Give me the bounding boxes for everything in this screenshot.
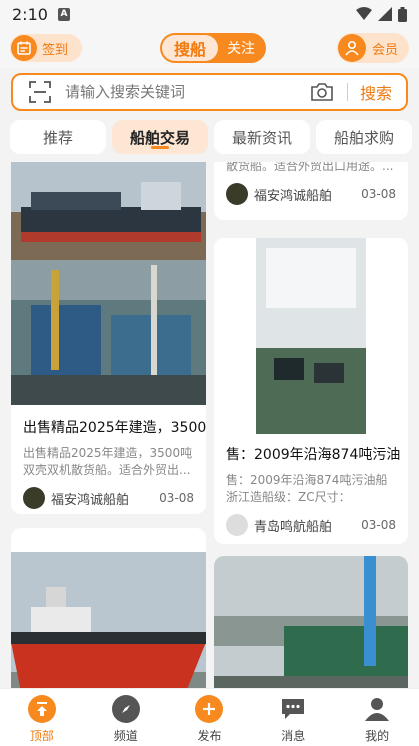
listing-description: 散货船。适合外贸出口用途。... bbox=[226, 162, 394, 173]
nav-mine[interactable]: 我的 bbox=[335, 689, 419, 746]
listing-date: 03-08 bbox=[159, 491, 194, 505]
user-icon bbox=[363, 695, 391, 723]
status-bar: 2:10 A bbox=[0, 0, 419, 28]
tab-ship-wanted[interactable]: 船舶求购 bbox=[316, 120, 412, 154]
avatar bbox=[23, 487, 45, 509]
bottom-nav: 顶部 频道 发布 消息 我的 bbox=[0, 688, 419, 746]
search-bar: 搜索 bbox=[11, 73, 408, 111]
nav-label: 顶部 bbox=[29, 729, 54, 743]
listing-meta: 青岛鸣航船舶 03-08 bbox=[214, 514, 408, 536]
nav-label: 消息 bbox=[281, 729, 306, 743]
compass-icon bbox=[111, 695, 140, 723]
listing-title: 出售精品2025年建造，3500 bbox=[23, 420, 206, 436]
calendar-icon bbox=[11, 35, 37, 61]
listing-title: 售：2009年沿海874吨污油 bbox=[226, 447, 401, 463]
seller-name: 青岛鸣航船舶 bbox=[254, 519, 333, 535]
listing-date: 03-08 bbox=[361, 518, 396, 532]
wifi-icon bbox=[356, 7, 372, 20]
tab-latest-news[interactable]: 最新资讯 bbox=[214, 120, 310, 154]
listing-feed[interactable]: 出售精品2025年建造，3500 出售精品2025年建造，3500吨双壳双机散货… bbox=[0, 162, 419, 688]
listing-meta: 福安鸿诚船舶 03-08 bbox=[11, 487, 206, 509]
seller-name: 福安鸿诚船舶 bbox=[254, 188, 333, 204]
listing-card[interactable]: 出售精品2025年建造，3500 出售精品2025年建造，3500吨双壳双机散货… bbox=[11, 162, 206, 514]
signin-button[interactable]: 签到 bbox=[10, 34, 82, 62]
plus-icon bbox=[195, 695, 224, 723]
nav-top[interactable]: 顶部 bbox=[0, 689, 84, 746]
scan-icon[interactable] bbox=[29, 81, 51, 103]
avatar bbox=[226, 514, 248, 536]
seller-name: 福安鸿诚船舶 bbox=[51, 492, 130, 508]
category-tabs: 推荐 船舶交易 最新资讯 船舶求购 bbox=[0, 120, 419, 160]
sim-icon: A bbox=[57, 7, 70, 21]
listing-description: 售：2009年沿海874吨污油船浙江造船级：ZC尺寸：53.2*9.2*... bbox=[226, 473, 388, 504]
search-divider bbox=[346, 83, 348, 101]
bridge-interior-photo bbox=[214, 238, 408, 434]
message-icon bbox=[279, 695, 307, 723]
member-label: 会员 bbox=[372, 42, 399, 58]
listing-card[interactable]: 售：2009年沿海874吨污油 售：2009年沿海874吨污油船浙江造船级：ZC… bbox=[214, 238, 408, 544]
ship-deck-photo bbox=[11, 162, 206, 260]
listing-meta: 福安鸿诚船舶 03-08 bbox=[214, 183, 408, 205]
tab-recommend[interactable]: 推荐 bbox=[10, 120, 106, 154]
header-segment: 搜船 关注 bbox=[160, 33, 266, 63]
listing-card[interactable] bbox=[214, 556, 408, 688]
nav-label: 我的 bbox=[365, 729, 390, 743]
signal-icon bbox=[378, 7, 392, 21]
search-button[interactable]: 搜索 bbox=[360, 80, 392, 104]
engine-room-photo bbox=[11, 260, 206, 405]
battery-icon bbox=[398, 6, 407, 22]
avatar bbox=[226, 183, 248, 205]
signin-label: 签到 bbox=[42, 42, 69, 58]
search-input[interactable] bbox=[65, 83, 295, 101]
nav-channel[interactable]: 频道 bbox=[84, 689, 168, 746]
cargo-hold-photo bbox=[214, 556, 408, 688]
nav-publish[interactable]: 发布 bbox=[168, 689, 252, 746]
segment-search-ship[interactable]: 搜船 bbox=[162, 35, 218, 61]
member-user-icon bbox=[338, 34, 366, 62]
listing-card[interactable]: 散货船。适合外贸出口用途。... 福安鸿诚船舶 03-08 bbox=[214, 162, 408, 220]
top-bar: 签到 搜船 关注 会员 bbox=[0, 28, 419, 68]
listing-description: 出售精品2025年建造，3500吨双壳双机散货船。适合外贸出... bbox=[23, 446, 193, 477]
tanker-photo bbox=[11, 552, 206, 688]
segment-follow[interactable]: 关注 bbox=[218, 38, 264, 58]
listing-date: 03-08 bbox=[361, 187, 396, 201]
nav-label: 频道 bbox=[113, 729, 138, 743]
member-button[interactable]: 会员 bbox=[337, 33, 409, 63]
listing-card[interactable] bbox=[11, 528, 206, 688]
tab-ship-trade[interactable]: 船舶交易 bbox=[112, 120, 208, 154]
camera-icon[interactable] bbox=[311, 82, 333, 102]
nav-messages[interactable]: 消息 bbox=[251, 689, 335, 746]
status-time: 2:10 bbox=[12, 4, 48, 24]
arrow-up-icon bbox=[27, 695, 56, 723]
nav-label: 发布 bbox=[197, 729, 222, 743]
